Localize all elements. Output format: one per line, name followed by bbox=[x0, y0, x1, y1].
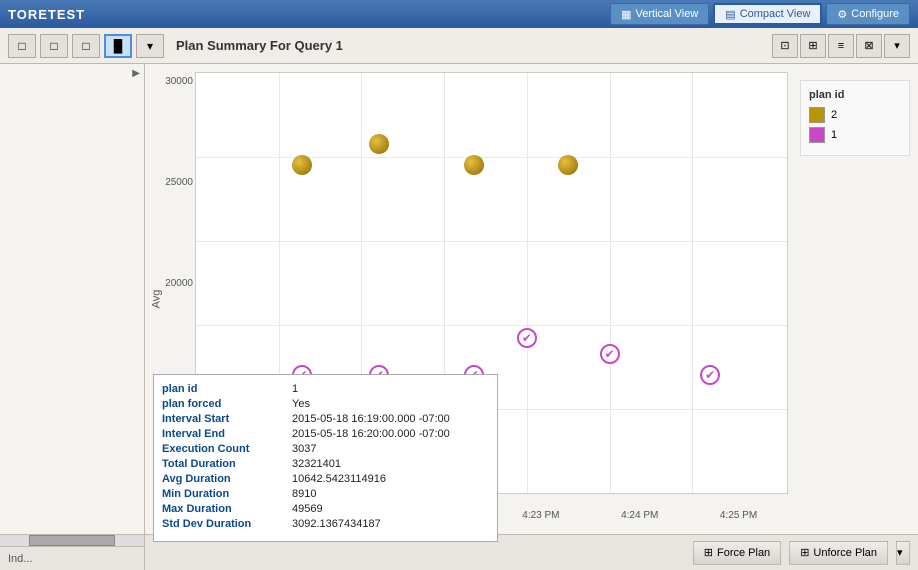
info-value-exec-count: 3037 bbox=[292, 443, 316, 455]
bottom-bar-more-btn[interactable]: ▾ bbox=[896, 541, 910, 565]
gold-dot-1[interactable] bbox=[292, 155, 312, 175]
toolbar: □ □ □ ▐▌ ▾ Plan Summary For Query 1 ⊡ ⊞ … bbox=[0, 28, 918, 64]
info-label-interval-end: Interval End bbox=[162, 428, 292, 440]
sidebar-scrollbar-thumb bbox=[29, 535, 115, 546]
info-label-min-dur: Min Duration bbox=[162, 488, 292, 500]
legend-label-1: 1 bbox=[831, 129, 837, 141]
configure-btn[interactable]: ⚙ Configure bbox=[826, 3, 910, 25]
sidebar-content: ▶ bbox=[0, 64, 144, 534]
info-row-interval-start: Interval Start 2015-05-18 16:19:00.000 -… bbox=[162, 413, 489, 425]
info-row-total-dur: Total Duration 32321401 bbox=[162, 458, 489, 470]
unforce-plan-icon: ⊞ bbox=[800, 546, 809, 559]
legend-item-2: 2 bbox=[809, 107, 901, 123]
compact-view-icon: ▤ bbox=[725, 8, 735, 21]
force-plan-icon: ⊞ bbox=[704, 546, 713, 559]
info-label-avg-dur: Avg Duration bbox=[162, 473, 292, 485]
plan-title: Plan Summary For Query 1 bbox=[176, 38, 343, 53]
x-val-423: 4:23 PM bbox=[522, 510, 559, 521]
legend-item-1: 1 bbox=[809, 127, 901, 143]
info-label-total-dur: Total Duration bbox=[162, 458, 292, 470]
info-row-min-dur: Min Duration 8910 bbox=[162, 488, 489, 500]
info-row-exec-count: Execution Count 3037 bbox=[162, 443, 489, 455]
legend-label-2: 2 bbox=[831, 109, 837, 121]
v-grid-4 bbox=[527, 73, 528, 493]
legend-swatch-gold bbox=[809, 107, 825, 123]
force-plan-button[interactable]: ⊞ Force Plan bbox=[693, 541, 781, 565]
purple-dot-5[interactable]: ✔ bbox=[600, 344, 620, 364]
app-title: TORETEST bbox=[8, 7, 85, 22]
unforce-plan-label: Unforce Plan bbox=[813, 547, 877, 559]
info-label-plan-forced: plan forced bbox=[162, 398, 292, 410]
info-panel: plan id 1 plan forced Yes Interval Start… bbox=[153, 374, 498, 542]
title-bar: TORETEST ▦ Vertical View ▤ Compact View … bbox=[0, 0, 918, 28]
info-row-avg-dur: Avg Duration 10642.5423114916 bbox=[162, 473, 489, 485]
toolbar-btn-3[interactable]: □ bbox=[72, 34, 100, 58]
sidebar-bottom-label: Ind... bbox=[0, 546, 144, 570]
unforce-plan-button[interactable]: ⊞ Unforce Plan bbox=[789, 541, 888, 565]
info-row-std-dev: Std Dev Duration 3092.1367434187 bbox=[162, 518, 489, 530]
y-val-30000: 30000 bbox=[165, 76, 193, 87]
zoom-cols-btn[interactable]: ≡ bbox=[828, 34, 854, 58]
y-val-20000: 20000 bbox=[165, 278, 193, 289]
x-val-424: 4:24 PM bbox=[621, 510, 658, 521]
zoom-fit-btn[interactable]: ⊡ bbox=[772, 34, 798, 58]
gold-dot-2[interactable] bbox=[369, 134, 389, 154]
info-row-plan-forced: plan forced Yes bbox=[162, 398, 489, 410]
v-grid-5 bbox=[610, 73, 611, 493]
purple-dot-6[interactable]: ✔ bbox=[700, 365, 720, 385]
info-label-std-dev: Std Dev Duration bbox=[162, 518, 292, 530]
gold-dot-3[interactable] bbox=[464, 155, 484, 175]
zoom-rows-btn[interactable]: ⊞ bbox=[800, 34, 826, 58]
sidebar-scrollbar[interactable] bbox=[0, 534, 144, 546]
info-value-max-dur: 49569 bbox=[292, 503, 323, 515]
chart-legend: plan id 2 1 bbox=[800, 80, 910, 156]
toolbar-btn-2[interactable]: □ bbox=[40, 34, 68, 58]
chart-area: plan id 1 plan forced Yes Interval Start… bbox=[145, 64, 918, 570]
grid-line-3 bbox=[196, 325, 787, 326]
legend-swatch-purple bbox=[809, 127, 825, 143]
more-btn[interactable]: ▾ bbox=[884, 34, 910, 58]
info-row-plan-id: plan id 1 bbox=[162, 383, 489, 395]
toolbar-btn-dropdown[interactable]: ▾ bbox=[136, 34, 164, 58]
sidebar-collapse-arrow[interactable]: ▶ bbox=[132, 68, 140, 79]
configure-icon: ⚙ bbox=[837, 8, 847, 21]
info-row-interval-end: Interval End 2015-05-18 16:20:00.000 -07… bbox=[162, 428, 489, 440]
info-label-exec-count: Execution Count bbox=[162, 443, 292, 455]
view-buttons: ▦ Vertical View ▤ Compact View ⚙ Configu… bbox=[610, 3, 910, 25]
grid-line-1 bbox=[196, 157, 787, 158]
gold-dot-4[interactable] bbox=[558, 155, 578, 175]
info-value-total-dur: 32321401 bbox=[292, 458, 341, 470]
expand-btn[interactable]: ⊠ bbox=[856, 34, 882, 58]
purple-dot-4[interactable]: ✔ bbox=[517, 328, 537, 348]
grid-line-2 bbox=[196, 241, 787, 242]
vertical-view-btn[interactable]: ▦ Vertical View bbox=[610, 3, 709, 25]
info-row-max-dur: Max Duration 49569 bbox=[162, 503, 489, 515]
toolbar-right-buttons: ⊡ ⊞ ≡ ⊠ ▾ bbox=[772, 34, 910, 58]
compact-view-btn[interactable]: ▤ Compact View bbox=[713, 3, 822, 25]
left-sidebar: ▶ Ind... bbox=[0, 64, 145, 570]
toolbar-btn-1[interactable]: □ bbox=[8, 34, 36, 58]
info-value-plan-forced: Yes bbox=[292, 398, 310, 410]
toolbar-btn-chart[interactable]: ▐▌ bbox=[104, 34, 132, 58]
info-label-interval-start: Interval Start bbox=[162, 413, 292, 425]
info-value-interval-start: 2015-05-18 16:19:00.000 -07:00 bbox=[292, 413, 450, 425]
v-grid-6 bbox=[692, 73, 693, 493]
force-plan-label: Force Plan bbox=[717, 547, 770, 559]
info-value-interval-end: 2015-05-18 16:20:00.000 -07:00 bbox=[292, 428, 450, 440]
info-label-max-dur: Max Duration bbox=[162, 503, 292, 515]
info-value-std-dev: 3092.1367434187 bbox=[292, 518, 381, 530]
y-val-25000: 25000 bbox=[165, 177, 193, 188]
info-value-plan-id: 1 bbox=[292, 383, 298, 395]
info-label-plan-id: plan id bbox=[162, 383, 292, 395]
main-layout: ▶ Ind... plan id 1 plan forced Yes Inter… bbox=[0, 64, 918, 570]
x-val-425: 4:25 PM bbox=[720, 510, 757, 521]
legend-title: plan id bbox=[809, 89, 901, 101]
info-value-min-dur: 8910 bbox=[292, 488, 316, 500]
info-value-avg-dur: 10642.5423114916 bbox=[292, 473, 386, 485]
vertical-view-icon: ▦ bbox=[621, 8, 631, 21]
